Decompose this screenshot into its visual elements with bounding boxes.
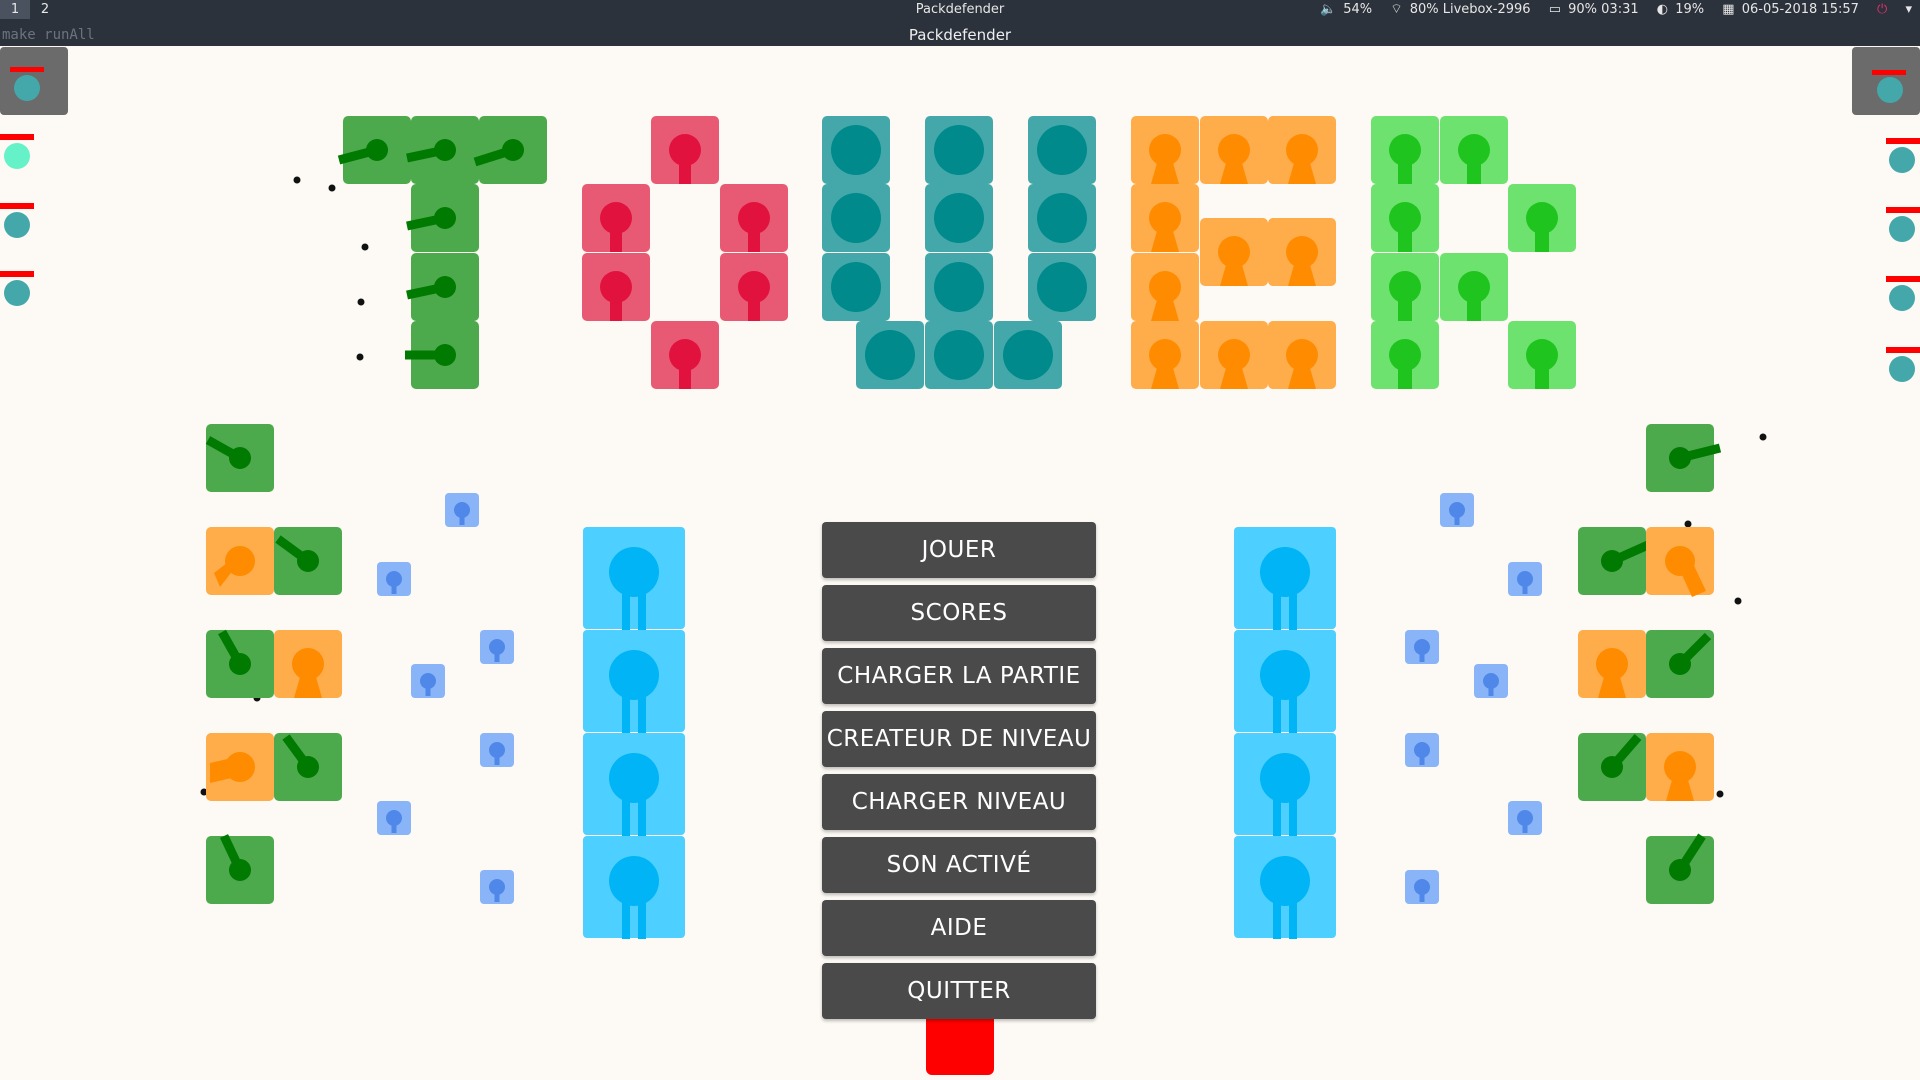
power-icon[interactable]: ⏻ [1877,2,1887,17]
speaker-icon[interactable]: 🔈 [1320,2,1336,17]
brightness-level: 19% [1675,2,1705,17]
main-menu: JOUER SCORES CHARGER LA PARTIE CREATEUR … [822,522,1096,1026]
sound-toggle-button[interactable]: SON ACTIVÉ [822,837,1096,893]
logo-letter-o [582,116,788,389]
quit-button[interactable]: QUITTER [822,963,1096,1019]
scores-button[interactable]: SCORES [822,585,1096,641]
logo-letter-t [337,116,547,389]
status-area: 🔈 54% ⌔ 80% Livebox-2996 ▭ 90% 03:31 ◐ 1… [1306,0,1912,19]
wifi-status: 80% Livebox-2996 [1409,2,1531,17]
help-button[interactable]: AIDE [822,900,1096,956]
volume-level: 54% [1343,2,1373,17]
right-lives [1886,138,1920,382]
right-enemy-path [1234,527,1336,939]
calendar-icon: ▦ [1722,2,1735,17]
left-lives [0,134,34,306]
wifi-icon[interactable]: ⌔ [1390,2,1402,17]
system-top-bar: 1 2 Packdefender 🔈 54% ⌔ 80% Livebox-299… [0,0,1920,19]
level-editor-button[interactable]: CREATEUR DE NIVEAU [822,711,1096,767]
battery-icon: ▭ [1548,2,1561,17]
logo-letter-e [1131,116,1336,389]
logo-letter-r [1371,116,1576,389]
right-enemies [1405,493,1542,904]
window-titlebar: make runAll Packdefender [0,19,1920,46]
dropdown-icon[interactable]: ▾ [1905,2,1912,17]
load-game-button[interactable]: CHARGER LA PARTIE [822,648,1096,704]
game-canvas[interactable]: JOUER SCORES CHARGER LA PARTIE CREATEUR … [0,46,1920,1080]
logo-letter-w [822,116,1096,389]
right-player-panel[interactable] [1852,47,1920,115]
left-enemies [377,493,514,904]
left-defense-towers [205,424,342,904]
play-button[interactable]: JOUER [822,522,1096,578]
battery-status: 90% 03:31 [1568,2,1639,17]
load-level-button[interactable]: CHARGER NIVEAU [822,774,1096,830]
right-defense-towers [1578,424,1722,904]
left-player-panel[interactable] [0,47,68,115]
brightness-icon: ◐ [1656,2,1669,17]
datetime[interactable]: 06-05-2018 15:57 [1742,2,1859,17]
left-enemy-path [583,527,685,939]
